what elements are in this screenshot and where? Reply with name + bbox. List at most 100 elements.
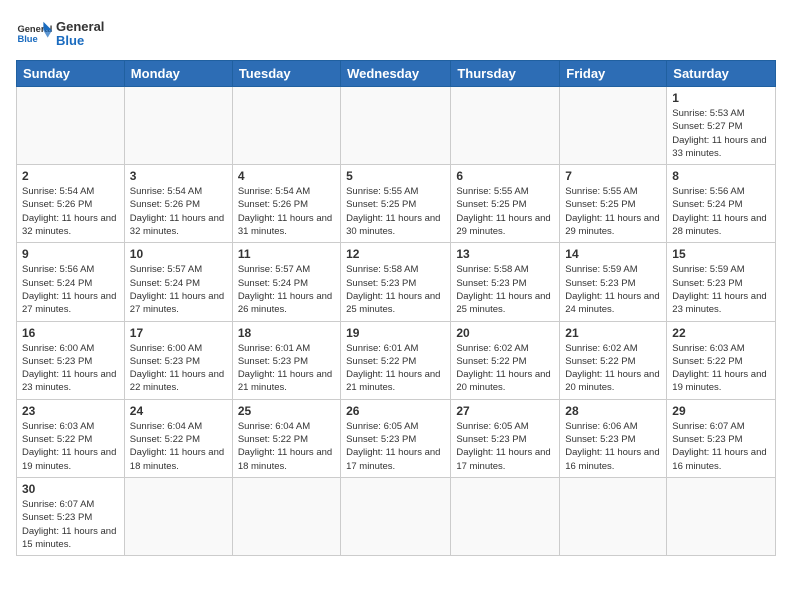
day-number: 6 [456, 169, 554, 183]
day-info: Sunrise: 5:56 AM Sunset: 5:24 PM Dayligh… [22, 263, 119, 316]
svg-text:Blue: Blue [17, 34, 37, 44]
day-number: 16 [22, 326, 119, 340]
day-number: 18 [238, 326, 335, 340]
calendar-cell: 3 Sunrise: 5:54 AM Sunset: 5:26 PM Daylig… [124, 165, 232, 243]
calendar-table: SundayMondayTuesdayWednesdayThursdayFrid… [16, 60, 776, 556]
day-number: 25 [238, 404, 335, 418]
calendar-week-3: 9 Sunrise: 5:56 AM Sunset: 5:24 PM Daylig… [17, 243, 776, 321]
calendar-body: 1 Sunrise: 5:53 AM Sunset: 5:27 PM Daylig… [17, 87, 776, 556]
day-number: 23 [22, 404, 119, 418]
day-info: Sunrise: 6:00 AM Sunset: 5:23 PM Dayligh… [22, 342, 119, 395]
calendar-cell [560, 87, 667, 165]
day-info: Sunrise: 6:05 AM Sunset: 5:23 PM Dayligh… [456, 420, 554, 473]
calendar-week-4: 16 Sunrise: 6:00 AM Sunset: 5:23 PM Dayli… [17, 321, 776, 399]
calendar-cell: 18 Sunrise: 6:01 AM Sunset: 5:23 PM Dayli… [232, 321, 340, 399]
day-info: Sunrise: 6:02 AM Sunset: 5:22 PM Dayligh… [456, 342, 554, 395]
day-number: 21 [565, 326, 661, 340]
calendar-cell: 28 Sunrise: 6:06 AM Sunset: 5:23 PM Dayli… [560, 399, 667, 477]
calendar-cell [667, 477, 776, 555]
day-number: 17 [130, 326, 227, 340]
day-info: Sunrise: 5:55 AM Sunset: 5:25 PM Dayligh… [565, 185, 661, 238]
day-info: Sunrise: 6:01 AM Sunset: 5:23 PM Dayligh… [238, 342, 335, 395]
calendar-cell: 7 Sunrise: 5:55 AM Sunset: 5:25 PM Daylig… [560, 165, 667, 243]
day-number: 30 [22, 482, 119, 496]
day-number: 24 [130, 404, 227, 418]
day-info: Sunrise: 6:03 AM Sunset: 5:22 PM Dayligh… [22, 420, 119, 473]
day-info: Sunrise: 5:56 AM Sunset: 5:24 PM Dayligh… [672, 185, 770, 238]
logo-text: General Blue [56, 20, 104, 49]
calendar-cell: 2Sunrise: 5:54 AM Sunset: 5:26 PM Daylig… [17, 165, 125, 243]
calendar-cell: 29Sunrise: 6:07 AM Sunset: 5:23 PM Dayli… [667, 399, 776, 477]
calendar-cell: 15Sunrise: 5:59 AM Sunset: 5:23 PM Dayli… [667, 243, 776, 321]
calendar-cell: 25 Sunrise: 6:04 AM Sunset: 5:22 PM Dayli… [232, 399, 340, 477]
calendar-cell [560, 477, 667, 555]
calendar-cell: 4Sunrise: 5:54 AM Sunset: 5:26 PM Daylig… [232, 165, 340, 243]
day-info: Sunrise: 5:55 AM Sunset: 5:25 PM Dayligh… [346, 185, 445, 238]
day-info: Sunrise: 6:01 AM Sunset: 5:22 PM Dayligh… [346, 342, 445, 395]
calendar-cell: 22 Sunrise: 6:03 AM Sunset: 5:22 PM Dayli… [667, 321, 776, 399]
calendar-cell: 1 Sunrise: 5:53 AM Sunset: 5:27 PM Daylig… [667, 87, 776, 165]
day-info: Sunrise: 6:04 AM Sunset: 5:22 PM Dayligh… [238, 420, 335, 473]
day-number: 10 [130, 247, 227, 261]
calendar-week-6: 30Sunrise: 6:07 AM Sunset: 5:23 PM Dayli… [17, 477, 776, 555]
day-number: 22 [672, 326, 770, 340]
day-header-wednesday: Wednesday [341, 61, 451, 87]
day-header-sunday: Sunday [17, 61, 125, 87]
logo: General Blue General Blue [16, 16, 104, 52]
day-number: 8 [672, 169, 770, 183]
page-header: General Blue General Blue [16, 16, 776, 52]
calendar-cell [341, 477, 451, 555]
day-info: Sunrise: 5:59 AM Sunset: 5:23 PM Dayligh… [565, 263, 661, 316]
day-info: Sunrise: 5:53 AM Sunset: 5:27 PM Dayligh… [672, 107, 770, 160]
calendar-cell: 20 Sunrise: 6:02 AM Sunset: 5:22 PM Dayli… [451, 321, 560, 399]
calendar-week-5: 23 Sunrise: 6:03 AM Sunset: 5:22 PM Dayli… [17, 399, 776, 477]
day-info: Sunrise: 5:58 AM Sunset: 5:23 PM Dayligh… [456, 263, 554, 316]
day-number: 27 [456, 404, 554, 418]
calendar-cell [232, 477, 340, 555]
day-header-monday: Monday [124, 61, 232, 87]
days-header-row: SundayMondayTuesdayWednesdayThursdayFrid… [17, 61, 776, 87]
day-header-friday: Friday [560, 61, 667, 87]
day-info: Sunrise: 6:06 AM Sunset: 5:23 PM Dayligh… [565, 420, 661, 473]
day-header-tuesday: Tuesday [232, 61, 340, 87]
calendar-cell: 21Sunrise: 6:02 AM Sunset: 5:22 PM Dayli… [560, 321, 667, 399]
day-number: 20 [456, 326, 554, 340]
day-info: Sunrise: 6:07 AM Sunset: 5:23 PM Dayligh… [672, 420, 770, 473]
day-info: Sunrise: 5:54 AM Sunset: 5:26 PM Dayligh… [130, 185, 227, 238]
day-info: Sunrise: 5:59 AM Sunset: 5:23 PM Dayligh… [672, 263, 770, 316]
calendar-cell: 27 Sunrise: 6:05 AM Sunset: 5:23 PM Dayli… [451, 399, 560, 477]
calendar-cell [451, 87, 560, 165]
calendar-week-1: 1 Sunrise: 5:53 AM Sunset: 5:27 PM Daylig… [17, 87, 776, 165]
day-number: 5 [346, 169, 445, 183]
calendar-cell [341, 87, 451, 165]
calendar-cell: 8 Sunrise: 5:56 AM Sunset: 5:24 PM Daylig… [667, 165, 776, 243]
calendar-cell: 16 Sunrise: 6:00 AM Sunset: 5:23 PM Dayli… [17, 321, 125, 399]
day-number: 13 [456, 247, 554, 261]
calendar-cell: 14Sunrise: 5:59 AM Sunset: 5:23 PM Dayli… [560, 243, 667, 321]
day-number: 12 [346, 247, 445, 261]
calendar-cell: 12Sunrise: 5:58 AM Sunset: 5:23 PM Dayli… [341, 243, 451, 321]
day-header-thursday: Thursday [451, 61, 560, 87]
day-number: 1 [672, 91, 770, 105]
day-info: Sunrise: 6:03 AM Sunset: 5:22 PM Dayligh… [672, 342, 770, 395]
day-number: 28 [565, 404, 661, 418]
day-info: Sunrise: 5:55 AM Sunset: 5:25 PM Dayligh… [456, 185, 554, 238]
calendar-cell: 13 Sunrise: 5:58 AM Sunset: 5:23 PM Dayli… [451, 243, 560, 321]
calendar-week-2: 2 Sunrise: 5:54 AM Sunset: 5:26 PM Daylig… [17, 165, 776, 243]
calendar-cell [232, 87, 340, 165]
day-info: Sunrise: 5:57 AM Sunset: 5:24 PM Dayligh… [130, 263, 227, 316]
day-number: 9 [22, 247, 119, 261]
day-info: Sunrise: 6:04 AM Sunset: 5:22 PM Dayligh… [130, 420, 227, 473]
day-info: Sunrise: 6:00 AM Sunset: 5:23 PM Dayligh… [130, 342, 227, 395]
day-number: 2 [22, 169, 119, 183]
calendar-cell [124, 87, 232, 165]
day-info: Sunrise: 5:57 AM Sunset: 5:24 PM Dayligh… [238, 263, 335, 316]
day-number: 11 [238, 247, 335, 261]
day-number: 3 [130, 169, 227, 183]
day-number: 4 [238, 169, 335, 183]
day-number: 26 [346, 404, 445, 418]
calendar-cell [17, 87, 125, 165]
day-number: 7 [565, 169, 661, 183]
calendar-cell: 11 Sunrise: 5:57 AM Sunset: 5:24 PM Dayli… [232, 243, 340, 321]
calendar-cell [124, 477, 232, 555]
